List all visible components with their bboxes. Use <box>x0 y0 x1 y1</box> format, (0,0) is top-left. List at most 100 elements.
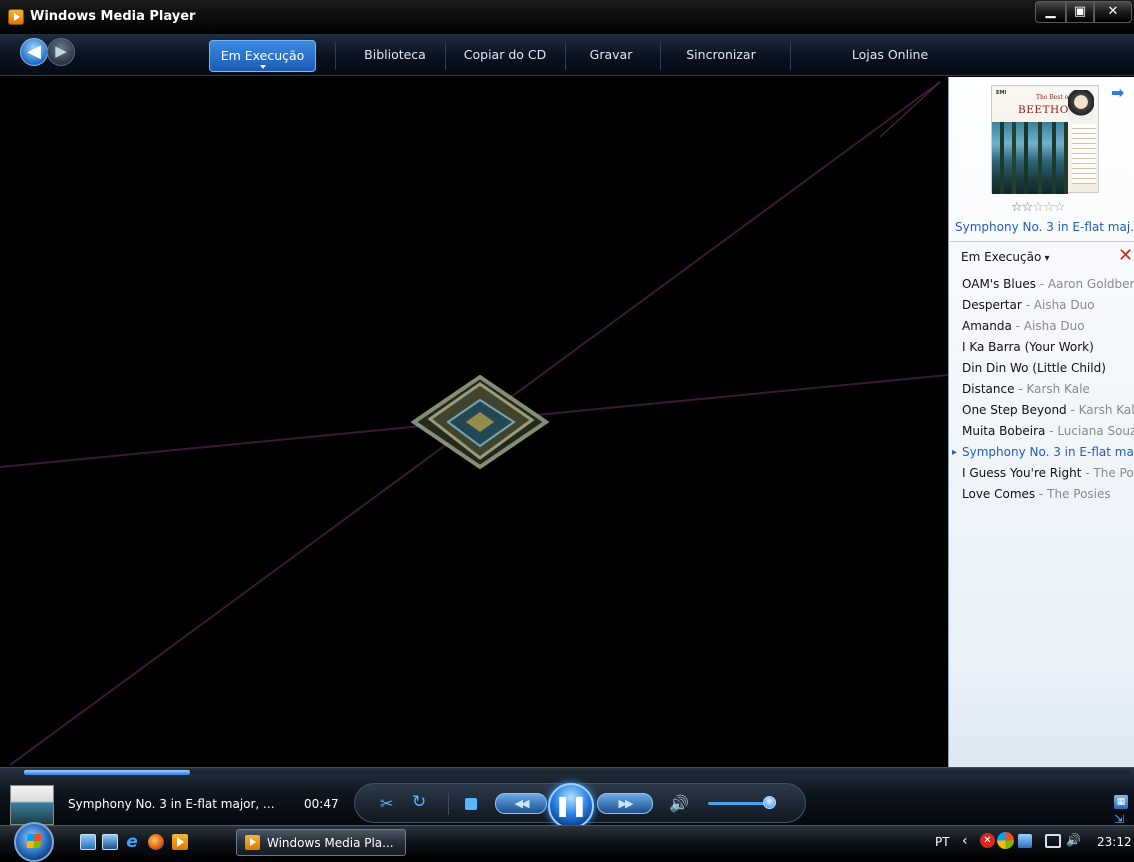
taskbar-button-label: Windows Media Pla... <box>267 836 394 850</box>
playlist-item-title: I Ka Barra (Your Work) <box>962 340 1094 354</box>
tray-expand-icon[interactable]: ‹ <box>962 833 968 849</box>
rating-star-icon[interactable]: ☆ <box>1043 200 1055 215</box>
seek-bar[interactable] <box>24 770 1130 775</box>
panel-divider <box>950 241 1134 242</box>
nav-divider <box>335 42 336 70</box>
tab-online-stores[interactable]: Lojas Online <box>840 40 940 72</box>
visualization-graphic <box>0 81 948 766</box>
shuffle-icon[interactable]: ✂ <box>380 794 393 813</box>
playlist-item-title: OAM's Blues <box>962 277 1036 291</box>
playlist-item-title: One Step Beyond <box>962 403 1067 417</box>
album-art-forest <box>992 122 1068 194</box>
forward-button[interactable]: ▶ <box>47 38 75 66</box>
previous-button[interactable]: ◀◀ <box>495 793 547 814</box>
next-button[interactable]: ▶▶ <box>597 793 653 814</box>
now-playing-panel: EMI The Best of BEETHOVEN ➡ ☆☆☆☆☆ Sympho… <box>948 77 1134 767</box>
album-art-subtitle: The Best of <box>1036 94 1071 101</box>
firefox-icon[interactable] <box>148 834 164 850</box>
network-icon[interactable] <box>1045 834 1061 848</box>
internet-explorer-icon[interactable]: e <box>124 834 140 851</box>
show-desktop-icon[interactable] <box>80 834 96 850</box>
playlist-dropdown[interactable]: Em Execução <box>961 250 1049 264</box>
stop-button[interactable] <box>465 798 477 810</box>
title-bar: Windows Media Player ▁ ▣ ✕ <box>0 0 1134 34</box>
nav-divider <box>445 42 446 70</box>
rating-stars[interactable]: ☆☆☆☆☆ <box>1011 200 1066 215</box>
minimize-button[interactable]: ▁ <box>1035 1 1066 23</box>
nav-divider <box>790 42 791 70</box>
playlist-item[interactable]: Amanda - Aisha Duo <box>949 316 1134 337</box>
playlist-item[interactable]: Distance - Karsh Kale <box>949 379 1134 400</box>
album-art-brand: EMI <box>996 90 1007 96</box>
playlist-item[interactable]: Love Comes - The Posies <box>949 484 1134 505</box>
media-player-quicklaunch-icon[interactable] <box>172 834 188 850</box>
playlist-item-artist: - Luciana Souza <box>1045 424 1134 438</box>
window-title: Windows Media Player <box>30 9 196 24</box>
playlist-item-artist: - Karsh Kale <box>1014 382 1090 396</box>
expand-panel-arrow-icon[interactable]: ➡ <box>1111 83 1124 102</box>
nav-divider <box>565 42 566 70</box>
playlist-item-title: Din Din Wo (Little Child) <box>962 361 1106 375</box>
playlist-item-artist: - Aisha Duo <box>1011 319 1085 333</box>
tab-sync[interactable]: Sincronizar <box>677 40 765 72</box>
rating-star-icon[interactable]: ☆ <box>1054 200 1066 215</box>
playlist-item-title: Symphony No. 3 in E-flat ma... <box>962 445 1134 459</box>
playlist-item[interactable]: Muita Bobeira - Luciana Souza <box>949 421 1134 442</box>
pause-button[interactable]: ❚❚ <box>548 783 594 829</box>
rating-star-icon[interactable]: ☆ <box>1011 200 1023 215</box>
clear-list-icon[interactable]: ✕ <box>1118 247 1133 265</box>
switch-windows-icon[interactable] <box>102 834 118 850</box>
clock[interactable]: 23:12 <box>1097 835 1132 849</box>
start-button[interactable] <box>14 822 54 862</box>
mini-album-art[interactable] <box>10 785 54 825</box>
playlist-item[interactable]: Symphony No. 3 in E-flat ma... <box>949 442 1134 463</box>
playlist-item[interactable]: Despertar - Aisha Duo <box>949 295 1134 316</box>
album-art[interactable]: EMI The Best of BEETHOVEN <box>991 85 1099 194</box>
tab-burn[interactable]: Gravar <box>584 40 638 72</box>
playlist-item-artist: - Aisha Duo <box>1021 298 1095 312</box>
maximize-button[interactable]: ▣ <box>1066 1 1094 23</box>
language-indicator[interactable]: PT <box>935 835 950 849</box>
playlist-item[interactable]: I Ka Barra (Your Work) <box>949 337 1134 358</box>
close-button[interactable]: ✕ <box>1094 1 1132 23</box>
back-button[interactable]: ◀ <box>20 38 48 66</box>
controls-divider <box>448 793 449 815</box>
volume-tray-icon[interactable]: 🔊 <box>1066 833 1081 847</box>
playlist-item[interactable]: Din Din Wo (Little Child) <box>949 358 1134 379</box>
track-title: Symphony No. 3 in E-flat major, ... <box>68 797 275 811</box>
playlist-item[interactable]: I Guess You're Right - The Posies <box>949 463 1134 484</box>
switch-to-compact-icon[interactable]: ⇲ <box>1114 813 1128 825</box>
mute-icon[interactable]: 🔊 <box>669 794 689 813</box>
switch-to-library-icon[interactable]: ▦ <box>1114 795 1128 809</box>
playlist: OAM's Blues - Aaron Goldberg Despertar - … <box>949 274 1134 505</box>
visualization-area[interactable] <box>0 77 948 767</box>
playlist-item[interactable]: One Step Beyond - Karsh Kale <box>949 400 1134 421</box>
security-alert-icon[interactable]: ✕ <box>980 833 995 848</box>
rating-star-icon[interactable]: ☆ <box>1032 200 1044 215</box>
current-track-title[interactable]: Symphony No. 3 in E-flat maj... <box>955 220 1134 234</box>
playlist-item-artist: - Aaron Goldberg <box>1035 277 1134 291</box>
tab-rip[interactable]: Copiar do CD <box>458 40 552 72</box>
playlist-item[interactable]: OAM's Blues - Aaron Goldberg <box>949 274 1134 295</box>
rating-star-icon[interactable]: ☆ <box>1022 200 1034 215</box>
media-player-icon <box>8 9 24 25</box>
playlist-item-title: Despertar <box>962 298 1022 312</box>
control-bar: Symphony No. 3 in E-flat major, ... 00:4… <box>0 767 1134 829</box>
playlist-item-title: I Guess You're Right <box>962 466 1082 480</box>
playlist-item-title: Distance <box>962 382 1015 396</box>
repeat-icon[interactable]: ↻ <box>412 792 426 812</box>
playlist-item-artist: - The Posies <box>1085 466 1134 480</box>
playlist-item-title: Love Comes <box>962 487 1036 501</box>
album-art-text <box>1072 124 1096 184</box>
playlist-item-artist: - The Posies <box>1035 487 1111 501</box>
tab-now-playing[interactable]: Em Execução <box>209 40 316 72</box>
seek-progress <box>24 770 190 775</box>
time-display: 00:47 <box>304 797 339 811</box>
windows-defender-icon[interactable] <box>997 832 1014 849</box>
sync-tray-icon[interactable] <box>1018 834 1032 848</box>
playlist-item-title: Amanda <box>962 319 1012 333</box>
nav-divider <box>660 42 661 70</box>
taskbar-button-media-player[interactable]: Windows Media Pla... <box>236 829 406 856</box>
tab-library[interactable]: Biblioteca <box>352 40 438 72</box>
taskbar: e Windows Media Pla... PT ‹ ✕ 🔊 23:12 <box>0 822 1134 862</box>
